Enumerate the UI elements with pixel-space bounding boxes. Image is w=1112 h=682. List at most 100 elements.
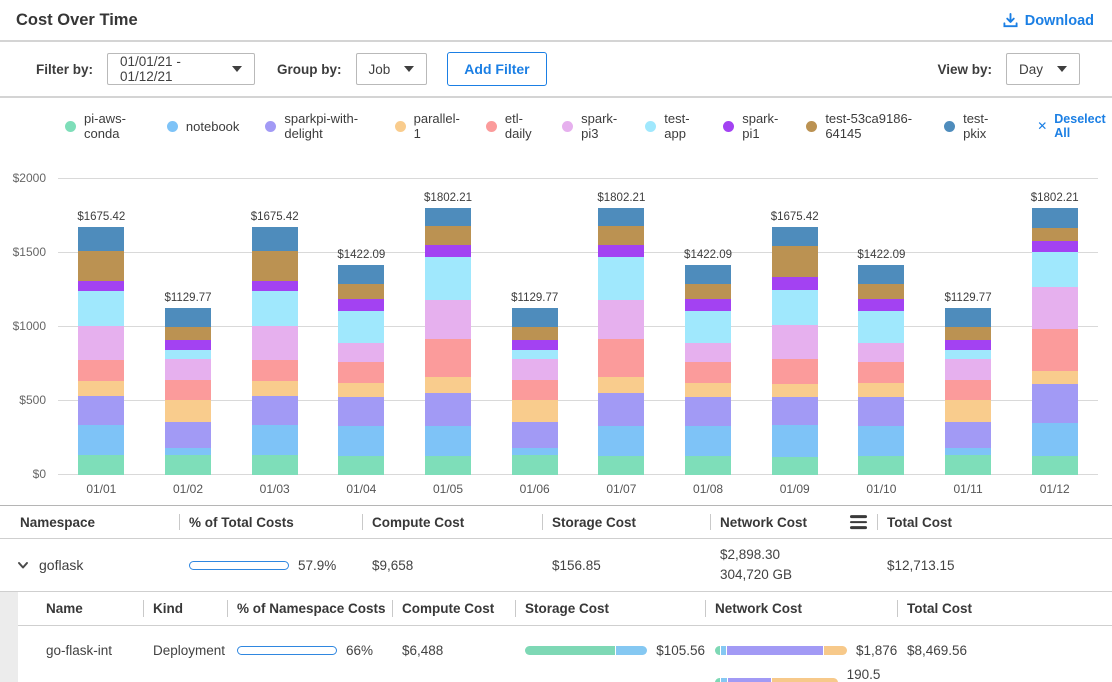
- bar-segment-etl-daily[interactable]: [858, 362, 904, 383]
- bar-segment-test-app[interactable]: [512, 350, 558, 359]
- bar-segment-spark-pi1[interactable]: [512, 340, 558, 350]
- col-header-network[interactable]: Network Cost: [710, 506, 877, 538]
- legend-item-sparkpi-with-delight[interactable]: sparkpi-with-delight: [265, 111, 368, 141]
- bar-group-01/04[interactable]: $1422.09: [318, 179, 405, 475]
- legend-item-pi-aws-conda[interactable]: pi-aws-conda: [65, 111, 141, 141]
- bar-segment-test-pkix[interactable]: [1032, 208, 1078, 227]
- bar-segment-pi-aws-conda[interactable]: [685, 456, 731, 475]
- download-button[interactable]: Download: [1003, 13, 1094, 29]
- bar-segment-test-53ca9186-64145[interactable]: [945, 327, 991, 340]
- bar-segment-parallel-1[interactable]: [252, 381, 298, 396]
- col-header-namespace[interactable]: Namespace: [0, 506, 179, 538]
- bar-segment-sparkpi-with-delight[interactable]: [772, 397, 818, 425]
- deselect-all-button[interactable]: ✕ Deselect All: [1037, 112, 1112, 140]
- bar-segment-test-53ca9186-64145[interactable]: [858, 284, 904, 299]
- bar-segment-sparkpi-with-delight[interactable]: [425, 393, 471, 426]
- bar-segment-test-53ca9186-64145[interactable]: [252, 251, 298, 281]
- bar-segment-parallel-1[interactable]: [338, 383, 384, 397]
- bar-segment-spark-pi3[interactable]: [685, 343, 731, 362]
- bar-segment-notebook[interactable]: [1032, 423, 1078, 456]
- bar-segment-test-pkix[interactable]: [685, 265, 731, 284]
- col-header-pct-total[interactable]: % of Total Costs: [179, 506, 362, 538]
- bar-segment-test-pkix[interactable]: [425, 208, 471, 226]
- bar-segment-test-53ca9186-64145[interactable]: [165, 327, 211, 340]
- bar-segment-spark-pi1[interactable]: [772, 277, 818, 290]
- bar-segment-pi-aws-conda[interactable]: [772, 457, 818, 475]
- bar-group-01/10[interactable]: $1422.09: [838, 179, 925, 475]
- col-header-total[interactable]: Total Cost: [877, 506, 1112, 538]
- bar-segment-sparkpi-with-delight[interactable]: [945, 422, 991, 447]
- bar-segment-pi-aws-conda[interactable]: [945, 455, 991, 475]
- bar-segment-test-app[interactable]: [598, 257, 644, 300]
- column-menu-icon[interactable]: [850, 515, 867, 529]
- legend-item-etl-daily[interactable]: etl-daily: [486, 111, 536, 141]
- bar-segment-parallel-1[interactable]: [78, 381, 124, 396]
- bar-segment-pi-aws-conda[interactable]: [425, 456, 471, 475]
- legend-item-parallel-1[interactable]: parallel-1: [395, 111, 460, 141]
- bar-segment-test-pkix[interactable]: [165, 308, 211, 327]
- bar-segment-spark-pi3[interactable]: [165, 359, 211, 380]
- bar-segment-notebook[interactable]: [165, 448, 211, 455]
- bar-segment-test-pkix[interactable]: [338, 265, 384, 284]
- bar-segment-test-53ca9186-64145[interactable]: [78, 251, 124, 281]
- bar-segment-etl-daily[interactable]: [772, 359, 818, 384]
- bar-segment-test-app[interactable]: [685, 311, 731, 343]
- bar-group-01/12[interactable]: $1802.21: [1011, 179, 1098, 475]
- bar-segment-spark-pi1[interactable]: [338, 299, 384, 311]
- bar-segment-parallel-1[interactable]: [858, 383, 904, 397]
- add-filter-button[interactable]: Add Filter: [447, 52, 546, 86]
- bar-segment-parallel-1[interactable]: [1032, 371, 1078, 384]
- bar-segment-pi-aws-conda[interactable]: [858, 456, 904, 475]
- bar-segment-pi-aws-conda[interactable]: [1032, 456, 1078, 475]
- bar-segment-sparkpi-with-delight[interactable]: [252, 396, 298, 424]
- col-header-pct-namespace[interactable]: % of Namespace Costs: [227, 592, 392, 625]
- bar-segment-notebook[interactable]: [858, 426, 904, 456]
- bar-segment-test-app[interactable]: [772, 290, 818, 325]
- bar-segment-etl-daily[interactable]: [598, 339, 644, 377]
- bar-group-01/03[interactable]: $1675.42: [231, 179, 318, 475]
- col-header-network[interactable]: Network Cost: [705, 592, 897, 625]
- group-by-select[interactable]: Job: [356, 53, 428, 85]
- bar-segment-sparkpi-with-delight[interactable]: [685, 397, 731, 426]
- bar-group-01/05[interactable]: $1802.21: [405, 179, 492, 475]
- bar-segment-etl-daily[interactable]: [252, 360, 298, 381]
- legend-item-test-53ca9186-64145[interactable]: test-53ca9186-64145: [806, 111, 918, 141]
- bar-segment-etl-daily[interactable]: [1032, 329, 1078, 371]
- bar-segment-parallel-1[interactable]: [772, 384, 818, 396]
- bar-segment-pi-aws-conda[interactable]: [512, 455, 558, 475]
- bar-segment-test-app[interactable]: [165, 350, 211, 359]
- bar-group-01/08[interactable]: $1422.09: [665, 179, 752, 475]
- legend-item-test-app[interactable]: test-app: [645, 111, 697, 141]
- bar-group-01/01[interactable]: $1675.42: [58, 179, 145, 475]
- bar-segment-test-53ca9186-64145[interactable]: [1032, 228, 1078, 241]
- col-header-storage[interactable]: Storage Cost: [542, 506, 710, 538]
- bar-segment-spark-pi1[interactable]: [165, 340, 211, 350]
- bar-group-01/06[interactable]: $1129.77: [491, 179, 578, 475]
- bar-segment-parallel-1[interactable]: [685, 383, 731, 397]
- bar-segment-test-53ca9186-64145[interactable]: [425, 226, 471, 244]
- col-header-kind[interactable]: Kind: [143, 592, 227, 625]
- legend-item-notebook[interactable]: notebook: [167, 119, 240, 134]
- bar-segment-test-app[interactable]: [858, 311, 904, 343]
- bar-segment-spark-pi1[interactable]: [1032, 241, 1078, 253]
- bar-segment-spark-pi3[interactable]: [945, 359, 991, 380]
- bar-segment-test-app[interactable]: [945, 350, 991, 359]
- bar-segment-test-53ca9186-64145[interactable]: [685, 284, 731, 299]
- bar-segment-sparkpi-with-delight[interactable]: [858, 397, 904, 426]
- bar-segment-spark-pi3[interactable]: [512, 359, 558, 380]
- col-header-name[interactable]: Name: [18, 592, 143, 625]
- bar-segment-spark-pi1[interactable]: [425, 245, 471, 258]
- bar-segment-notebook[interactable]: [685, 426, 731, 456]
- bar-segment-test-app[interactable]: [78, 291, 124, 327]
- bar-segment-spark-pi3[interactable]: [78, 326, 124, 360]
- bar-segment-spark-pi3[interactable]: [1032, 287, 1078, 329]
- bar-segment-etl-daily[interactable]: [338, 362, 384, 383]
- table-row-go-flask-int[interactable]: go-flask-int Deployment 66% $6,488 $105.…: [18, 626, 1112, 682]
- bar-segment-notebook[interactable]: [598, 426, 644, 457]
- bar-segment-spark-pi3[interactable]: [252, 326, 298, 360]
- bar-segment-sparkpi-with-delight[interactable]: [78, 396, 124, 424]
- bar-segment-parallel-1[interactable]: [165, 400, 211, 422]
- bar-segment-spark-pi1[interactable]: [252, 281, 298, 291]
- bar-segment-parallel-1[interactable]: [425, 377, 471, 393]
- bar-segment-etl-daily[interactable]: [512, 380, 558, 400]
